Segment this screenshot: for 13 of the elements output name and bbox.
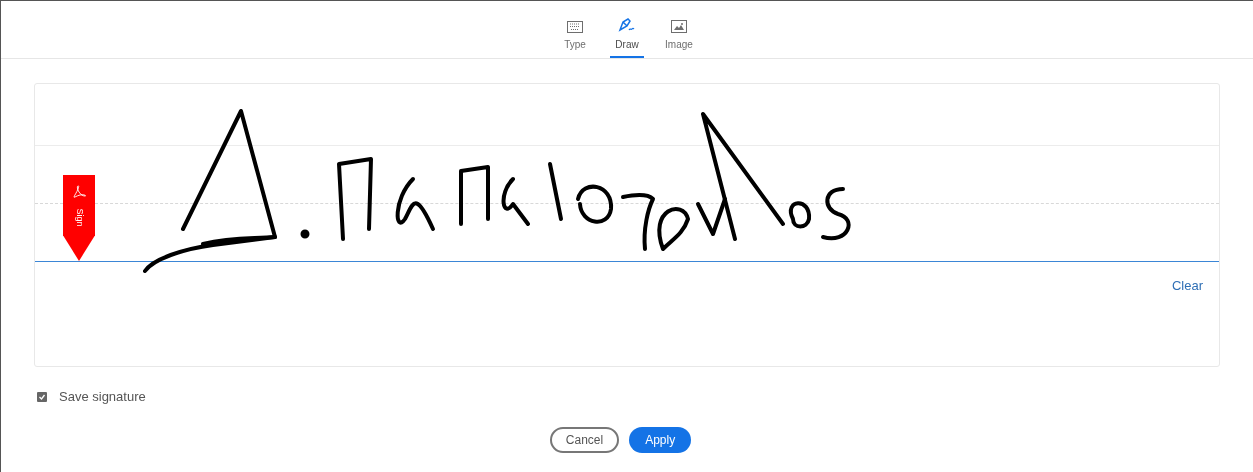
- tab[interactable]: Image: [662, 20, 696, 58]
- sign-marker: Sign: [63, 175, 95, 261]
- tab[interactable]: Type: [558, 21, 592, 58]
- pen-icon: [617, 17, 637, 33]
- clear-link[interactable]: Clear: [1171, 276, 1203, 296]
- tab[interactable]: Draw: [610, 17, 644, 58]
- save-signature-checkbox[interactable]: [37, 391, 47, 402]
- cancel-button[interactable]: Cancel: [549, 426, 620, 453]
- apply-button[interactable]: Apply: [629, 426, 692, 453]
- acrobat-icon: [72, 185, 86, 199]
- save-signature-label: Save signature: [59, 388, 146, 406]
- image-icon: [671, 20, 687, 33]
- keyboard-icon: [567, 21, 583, 33]
